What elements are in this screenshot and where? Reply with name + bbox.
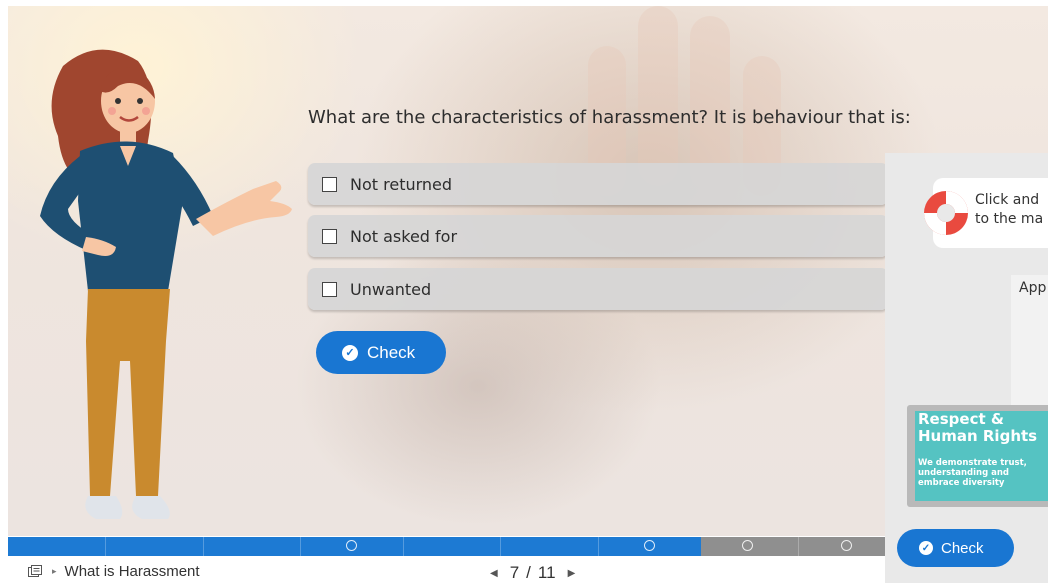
- option-not-asked-for[interactable]: Not asked for: [308, 215, 888, 257]
- drop-target-label: App: [1019, 280, 1047, 296]
- value-card-subtitle-line: We demonstrate trust,: [918, 458, 1027, 468]
- progress-tick: [798, 537, 799, 556]
- side-check-button[interactable]: ✓ Check: [897, 529, 1014, 567]
- progress-marker[interactable]: [644, 540, 655, 551]
- check-button[interactable]: ✓ Check: [316, 331, 446, 374]
- value-card-subtitle: We demonstrate trust, understanding and …: [918, 458, 1027, 488]
- value-card-title-line: Respect &: [918, 410, 1004, 428]
- option-checkbox[interactable]: [322, 281, 337, 297]
- next-slide-icon[interactable]: ▶: [568, 568, 576, 579]
- progress-tick: [500, 537, 501, 556]
- slide-pager: ◀ 7 / 11 ▶: [478, 563, 587, 583]
- side-check-button-label: Check: [941, 539, 984, 557]
- instruction-line: Click and: [975, 192, 1040, 208]
- page-separator: /: [526, 563, 531, 582]
- question-text: What are the characteristics of harassme…: [308, 107, 911, 128]
- slides-menu-icon[interactable]: [28, 565, 42, 578]
- progress-tick: [403, 537, 404, 556]
- option-not-returned[interactable]: Not returned: [308, 163, 888, 205]
- check-circle-icon: ✓: [342, 344, 358, 361]
- instruction-line: to the ma: [975, 211, 1044, 227]
- value-card-subtitle-line: understanding and: [918, 468, 1010, 478]
- previous-slide-icon[interactable]: ◀: [490, 568, 498, 579]
- presenter-character: [40, 49, 292, 519]
- instruction-text: Click and to the ma: [975, 191, 1043, 229]
- breadcrumb-chevron-icon: ▸: [52, 566, 57, 576]
- course-progress-bar[interactable]: [8, 537, 885, 556]
- value-card-subtitle-line: embrace diversity: [918, 478, 1005, 488]
- page-total: 11: [537, 563, 556, 582]
- progress-marker[interactable]: [742, 540, 753, 551]
- check-circle-icon: ✓: [919, 541, 933, 555]
- progress-tick: [300, 537, 301, 556]
- progress-tick: [203, 537, 204, 556]
- side-panel: Click and to the ma App Respect & Human …: [885, 153, 1048, 583]
- breadcrumb-title: What is Harassment: [64, 563, 200, 580]
- value-card-title-line: Human Rights: [918, 427, 1038, 445]
- page-current: 7: [509, 563, 520, 582]
- breadcrumb[interactable]: ▸ What is Harassment: [28, 563, 200, 580]
- value-card-title: Respect & Human Rights: [918, 411, 1037, 445]
- lifebuoy-icon: [924, 191, 968, 235]
- option-label: Not returned: [350, 174, 453, 194]
- option-checkbox[interactable]: [322, 176, 337, 192]
- option-unwanted[interactable]: Unwanted: [308, 268, 888, 310]
- check-button-label: Check: [367, 342, 416, 362]
- progress-tick: [105, 537, 106, 556]
- option-label: Not asked for: [350, 226, 458, 246]
- option-label: Unwanted: [350, 279, 432, 299]
- progress-tick: [598, 537, 599, 556]
- option-checkbox[interactable]: [322, 228, 337, 244]
- progress-marker[interactable]: [841, 540, 852, 551]
- progress-marker[interactable]: [346, 540, 357, 551]
